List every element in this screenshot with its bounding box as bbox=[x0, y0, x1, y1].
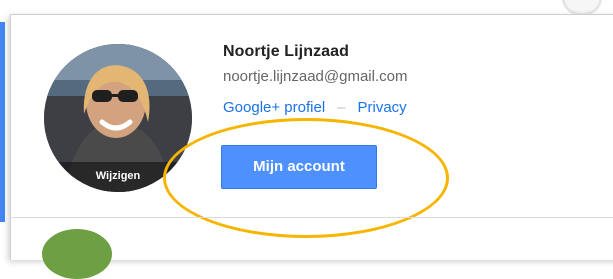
avatar-edit-label[interactable]: Wijzigen bbox=[44, 162, 192, 192]
section-divider bbox=[10, 217, 613, 218]
left-accent-bar bbox=[0, 22, 5, 222]
profile-links: Google+ profiel – Privacy bbox=[223, 99, 407, 116]
privacy-link[interactable]: Privacy bbox=[358, 99, 407, 116]
user-email: noortje.lijnzaad@gmail.com bbox=[223, 68, 408, 85]
user-name: Noortje Lijnzaad bbox=[223, 43, 350, 60]
my-account-button[interactable]: Mijn account bbox=[221, 145, 377, 189]
google-plus-profile-link[interactable]: Google+ profiel bbox=[223, 99, 325, 116]
next-account-avatar[interactable] bbox=[42, 229, 112, 279]
profile-avatar[interactable]: Wijzigen bbox=[44, 44, 192, 192]
account-popup: Wijzigen Noortje Lijnzaad noortje.lijnza… bbox=[10, 14, 613, 260]
link-separator: – bbox=[337, 99, 346, 116]
